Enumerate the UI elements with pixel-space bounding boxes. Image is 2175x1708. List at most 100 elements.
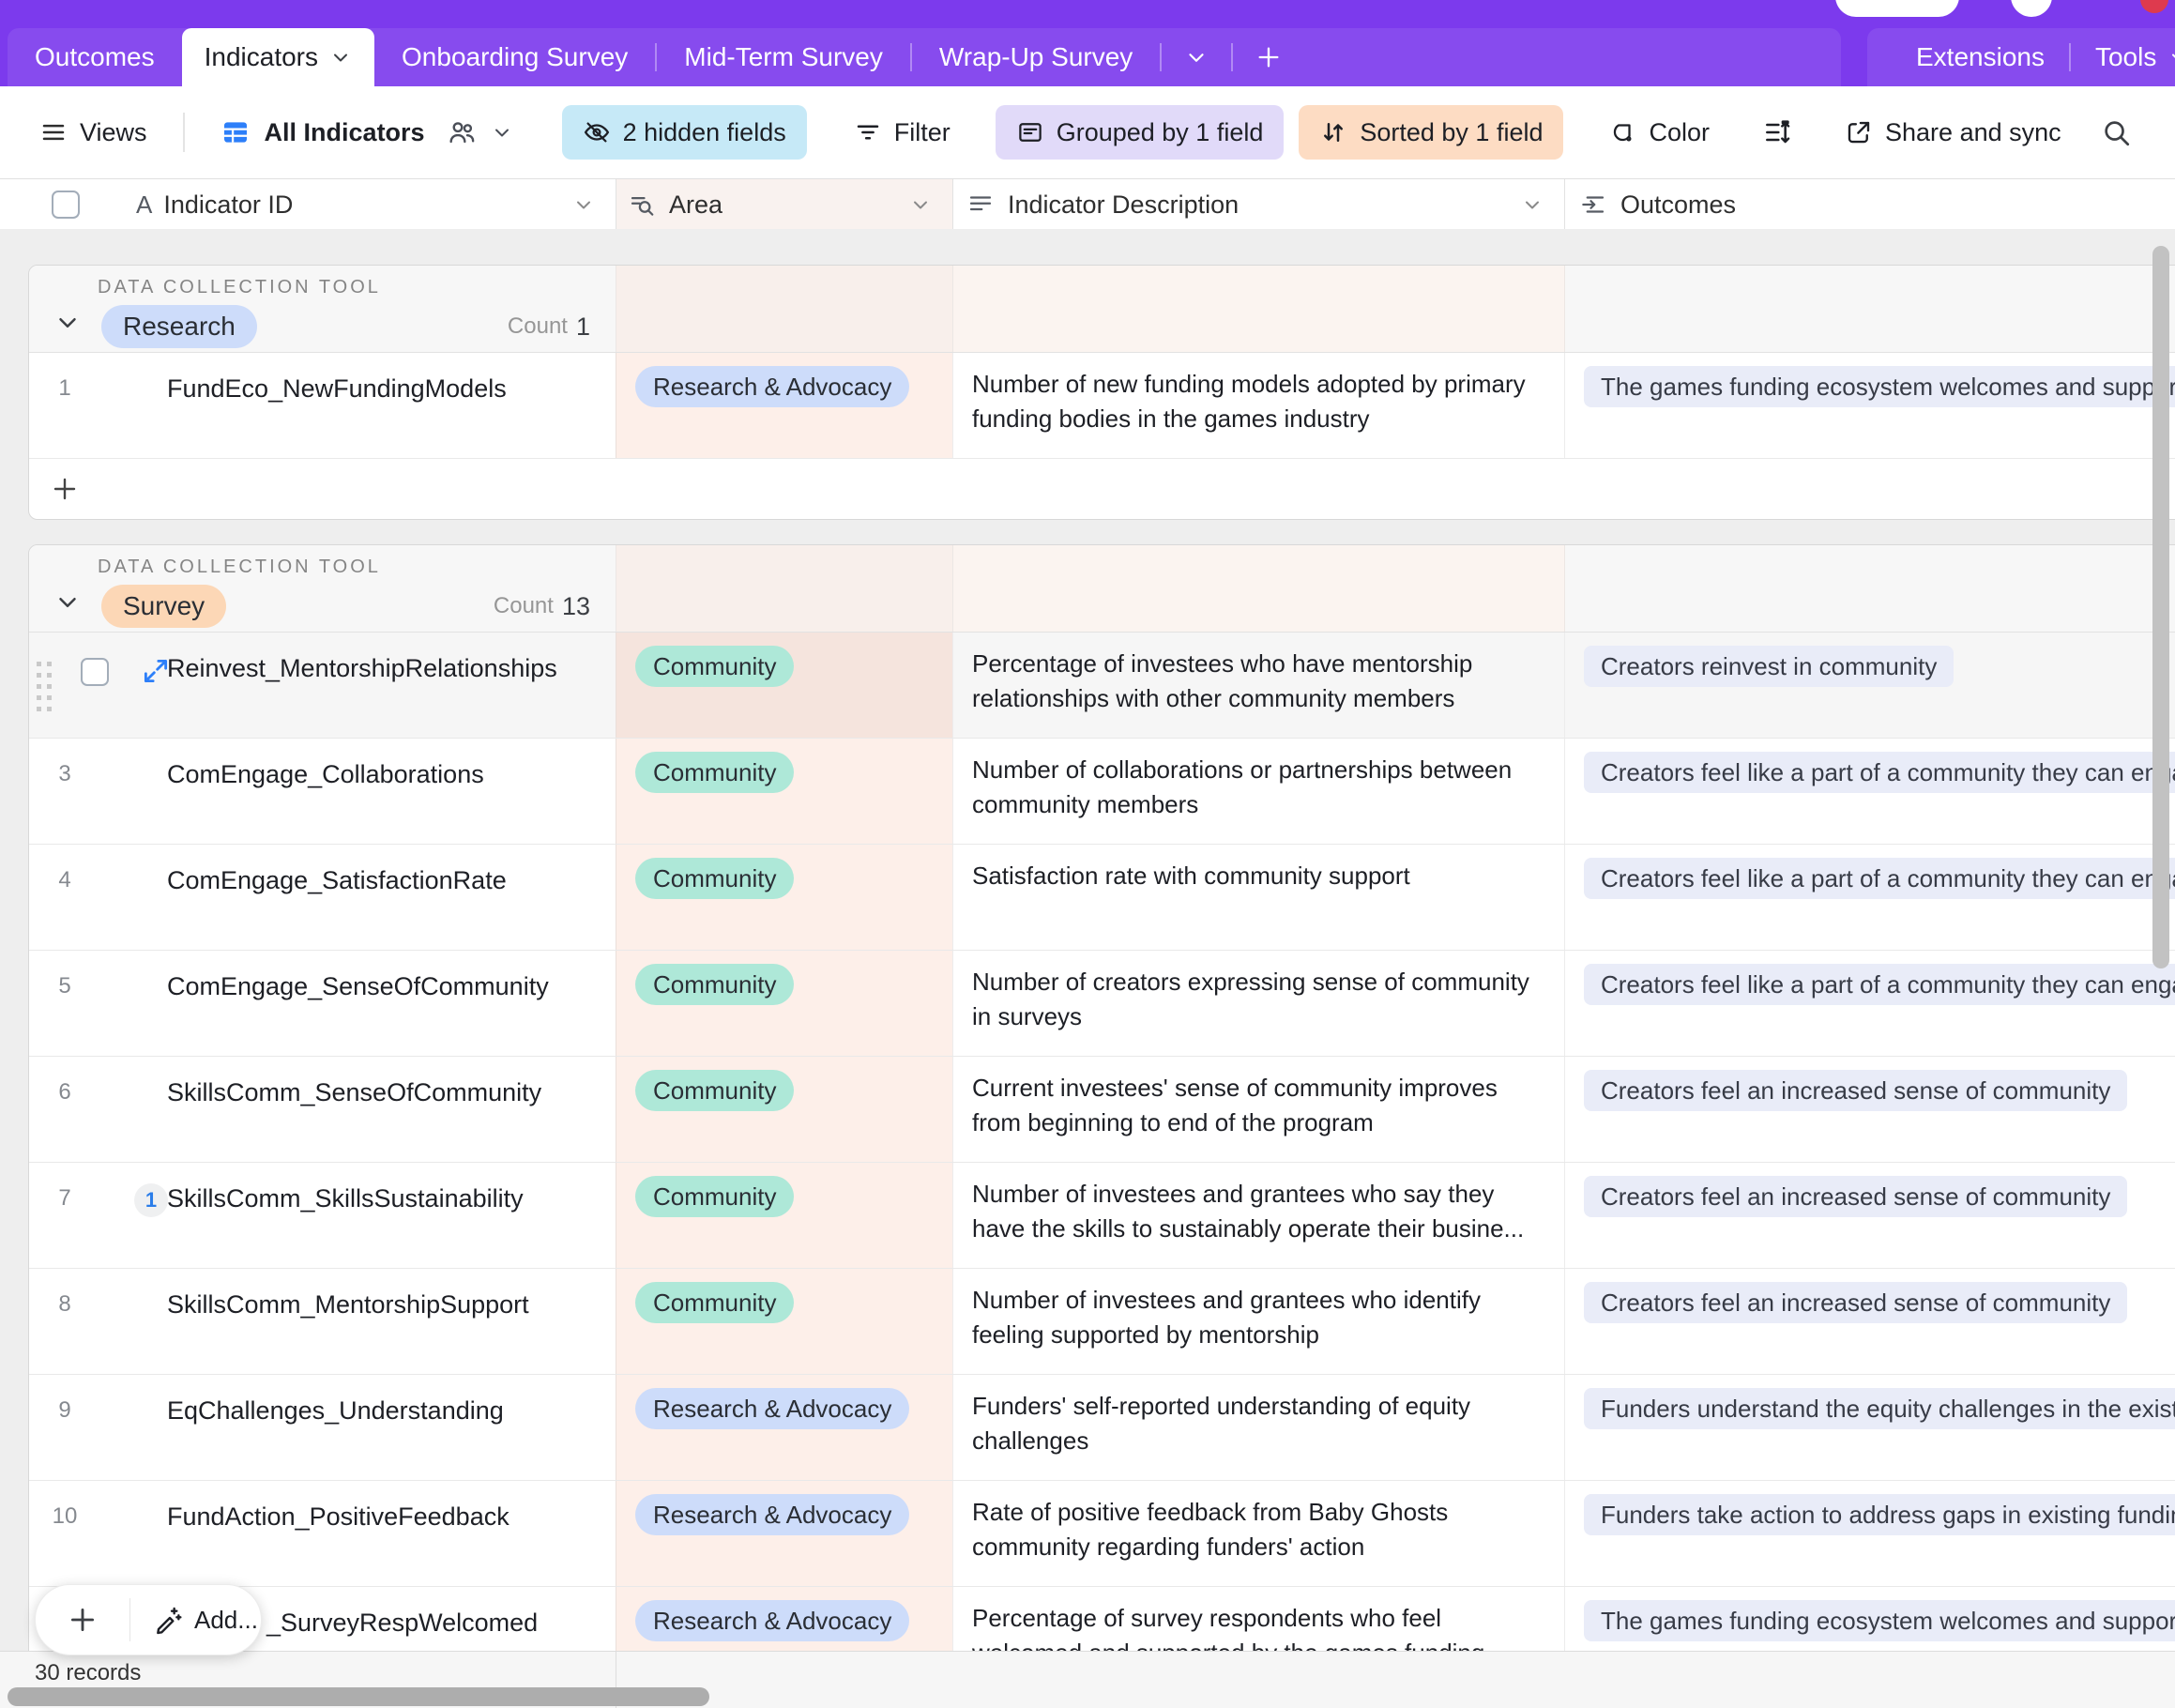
description-cell[interactable]: Number of new funding models adopted by … — [952, 353, 1564, 458]
description-cell[interactable]: Number of creators expressing sense of c… — [952, 951, 1564, 1056]
sort-button[interactable]: Sorted by 1 field — [1299, 105, 1563, 160]
outcome-cell[interactable]: Creators feel like a part of a community… — [1564, 739, 2175, 844]
vertical-scrollbar[interactable] — [2152, 246, 2169, 968]
area-cell[interactable]: Community — [616, 845, 952, 950]
column-header-row: A Indicator ID Area Indicator Descriptio… — [0, 178, 2175, 231]
area-cell[interactable]: Research & Advocacy — [616, 1587, 952, 1651]
area-cell[interactable]: Community — [616, 739, 952, 844]
add-with-ai-button[interactable]: Add... — [130, 1605, 258, 1635]
group-card: DATA COLLECTION TOOLSurveyCount13Reinves… — [28, 544, 2175, 1651]
description-cell[interactable]: Rate of positive feedback from Baby Ghos… — [952, 1481, 1564, 1586]
table-list-chevron-icon[interactable] — [1162, 28, 1231, 86]
chevron-down-icon[interactable] — [572, 193, 595, 216]
area-cell[interactable]: Research & Advocacy — [616, 353, 952, 458]
tab-indicators[interactable]: Indicators — [182, 28, 374, 86]
outcome-cell[interactable]: Creators feel an increased sense of comm… — [1564, 1057, 2175, 1162]
indicator-id-cell[interactable]: 5ComEngage_SenseOfCommunity — [29, 951, 616, 1056]
outcome-cell[interactable]: Creators feel like a part of a community… — [1564, 951, 2175, 1056]
view-switcher[interactable]: All Indicators — [221, 117, 513, 147]
outcome-cell[interactable]: Creators feel an increased sense of comm… — [1564, 1163, 2175, 1268]
indicator-id-cell[interactable]: 71SkillsComm_SkillsSustainability — [29, 1163, 616, 1268]
description-cell[interactable]: Percentage of investees who have mentors… — [952, 633, 1564, 738]
column-header-indicator-id[interactable]: A Indicator ID — [0, 179, 616, 230]
area-chip: Community — [635, 1176, 794, 1217]
indicator-id-cell[interactable]: 9EqChallenges_Understanding — [29, 1375, 616, 1480]
add-record-row[interactable] — [29, 459, 2175, 519]
outcome-chip: The games funding ecosystem welcomes and… — [1584, 1600, 2175, 1641]
area-cell[interactable]: Research & Advocacy — [616, 1481, 952, 1586]
trial-button[interactable] — [1835, 0, 1959, 17]
outcome-cell[interactable]: The games funding ecosystem welcomes and… — [1564, 353, 2175, 458]
area-cell[interactable]: Community — [616, 1269, 952, 1374]
description-cell[interactable]: Satisfaction rate with community support — [952, 845, 1564, 950]
table-row: 1FundEco_NewFundingModels Research & Advo… — [29, 353, 2175, 459]
group-button[interactable]: Grouped by 1 field — [996, 105, 1285, 160]
tab-wrap-up-survey[interactable]: Wrap-Up Survey — [912, 28, 1160, 86]
grid-view-icon — [221, 117, 251, 147]
comment-count-badge[interactable]: 1 — [134, 1183, 168, 1217]
column-header-outcomes[interactable]: Outcomes — [1564, 179, 2175, 230]
outcome-cell[interactable]: The games funding ecosystem welcomes and… — [1564, 1587, 2175, 1651]
table-body: DATA COLLECTION TOOLResearchCount11FundE… — [0, 229, 2175, 1651]
description-cell[interactable]: Percentage of survey respondents who fee… — [952, 1587, 1564, 1651]
indicator-id-cell[interactable]: Reinvest_MentorshipRelationships — [29, 633, 616, 738]
outcome-cell[interactable]: Funders understand the equity challenges… — [1564, 1375, 2175, 1480]
sort-icon — [1319, 118, 1347, 146]
add-record-button[interactable] — [36, 1604, 129, 1636]
column-header-area[interactable]: Area — [616, 179, 952, 230]
area-chip: Research & Advocacy — [635, 366, 909, 407]
avatar[interactable] — [2011, 0, 2052, 17]
area-cell[interactable]: Research & Advocacy — [616, 1375, 952, 1480]
description-cell[interactable]: Funders' self-reported understanding of … — [952, 1375, 1564, 1480]
tab-onboarding-survey[interactable]: Onboarding Survey — [374, 28, 655, 86]
table-row: 4ComEngage_SatisfactionRateCommunitySati… — [29, 845, 2175, 951]
tools-button[interactable]: Tools — [2071, 28, 2175, 86]
row-number: 5 — [46, 973, 84, 999]
outcome-chip: Creators feel an increased sense of comm… — [1584, 1282, 2127, 1323]
filter-button[interactable]: Filter — [854, 118, 951, 147]
indicator-id-cell[interactable]: 6SkillsComm_SenseOfCommunity — [29, 1057, 616, 1162]
tab-mid-term-survey[interactable]: Mid-Term Survey — [657, 28, 910, 86]
outcome-cell[interactable]: Creators reinvest in community — [1564, 633, 2175, 738]
share-sync-button[interactable]: Share and sync — [1845, 118, 2061, 147]
indicator-id-cell[interactable]: 1FundEco_NewFundingModels — [29, 353, 616, 458]
area-cell[interactable]: Community — [616, 1057, 952, 1162]
drag-handle-icon[interactable] — [33, 659, 57, 713]
description-cell[interactable]: Current investees' sense of community im… — [952, 1057, 1564, 1162]
workspace-tools: Extensions Tools — [1867, 28, 2175, 86]
row-number: 7 — [46, 1185, 84, 1212]
chevron-down-icon[interactable] — [1521, 193, 1544, 216]
select-all-checkbox[interactable] — [52, 191, 80, 219]
add-table-button[interactable] — [1233, 28, 1304, 86]
column-header-indicator-description[interactable]: Indicator Description — [952, 179, 1564, 230]
outcome-cell[interactable]: Creators feel like a part of a community… — [1564, 845, 2175, 950]
tab-outcomes[interactable]: Outcomes — [8, 28, 182, 86]
hidden-fields-button[interactable]: 2 hidden fields — [562, 105, 807, 160]
row-height-button[interactable] — [1762, 117, 1792, 147]
outcome-cell[interactable]: Creators feel an increased sense of comm… — [1564, 1269, 2175, 1374]
paint-drop-icon — [1608, 118, 1636, 146]
area-chip: Community — [635, 646, 794, 687]
indicator-id-cell[interactable]: 8SkillsComm_MentorshipSupport — [29, 1269, 616, 1374]
outcome-cell[interactable]: Funders take action to address gaps in e… — [1564, 1481, 2175, 1586]
area-chip: Community — [635, 1070, 794, 1111]
horizontal-scrollbar[interactable] — [8, 1687, 709, 1706]
outcome-chip: Creators feel an increased sense of comm… — [1584, 1176, 2127, 1217]
indicator-id-cell[interactable]: 3ComEngage_Collaborations — [29, 739, 616, 844]
extensions-button[interactable]: Extensions — [1892, 28, 2069, 86]
indicator-id-cell[interactable]: 4ComEngage_SatisfactionRate — [29, 845, 616, 950]
views-button[interactable]: Views — [39, 118, 147, 147]
description-cell[interactable]: Number of investees and grantees who say… — [952, 1163, 1564, 1268]
area-cell[interactable]: Community — [616, 1163, 952, 1268]
area-cell[interactable]: Community — [616, 951, 952, 1056]
description-cell[interactable]: Number of investees and grantees who ide… — [952, 1269, 1564, 1374]
eye-off-icon — [583, 118, 611, 146]
indicator-id-cell[interactable]: 10FundAction_PositiveFeedback — [29, 1481, 616, 1586]
chevron-down-icon[interactable] — [909, 193, 932, 216]
search-button[interactable] — [2100, 116, 2132, 148]
description-cell[interactable]: Number of collaborations or partnerships… — [952, 739, 1564, 844]
color-button[interactable]: Color — [1608, 118, 1710, 147]
notification-dot[interactable] — [2140, 0, 2168, 13]
area-cell[interactable]: Community — [616, 633, 952, 738]
row-checkbox[interactable] — [81, 658, 109, 686]
